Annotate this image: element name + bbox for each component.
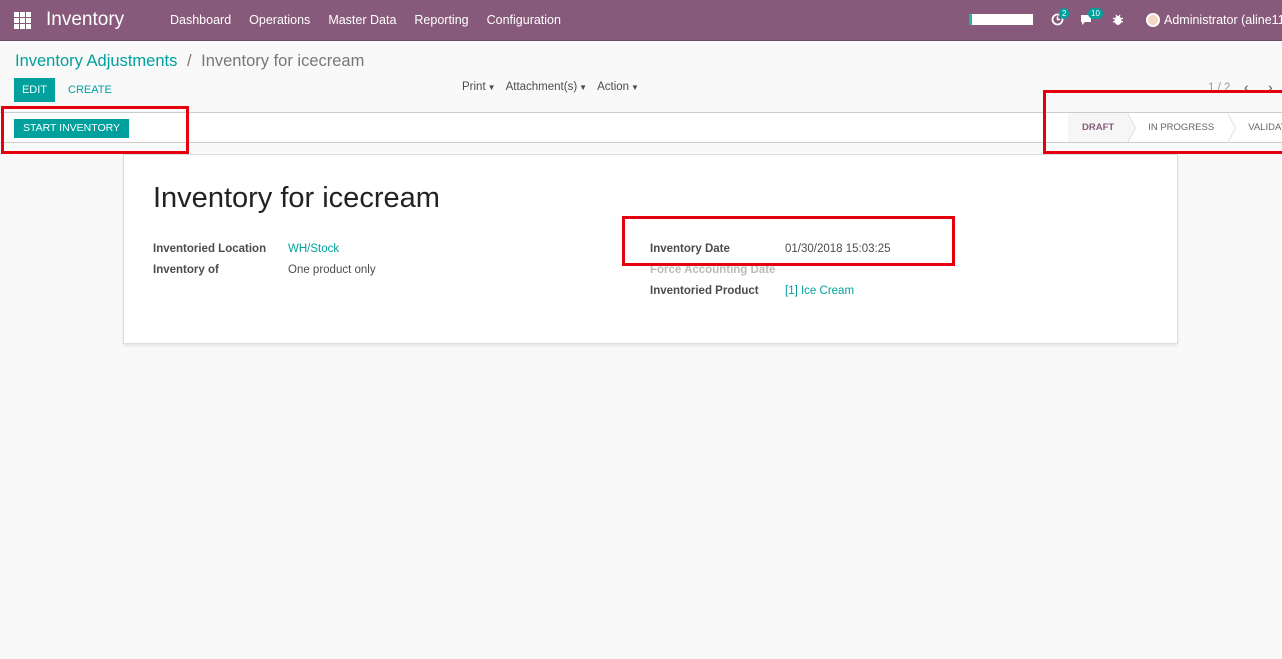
menu-item-master-data[interactable]: Master Data — [328, 13, 396, 27]
caret-down-icon: ▼ — [631, 83, 639, 92]
field-label-inventory-of: Inventory of — [153, 264, 219, 276]
action-dropdown[interactable]: Action ▼ — [597, 81, 639, 93]
print-dropdown[interactable]: Print ▼ — [462, 81, 496, 93]
breadcrumb-parent-link[interactable]: Inventory Adjustments — [15, 52, 177, 70]
print-label: Print — [462, 81, 486, 93]
edit-button[interactable]: EDIT — [14, 78, 55, 102]
action-label: Action — [597, 81, 630, 93]
annotation-box-inventory-date — [622, 216, 955, 266]
record-title: Inventory for icecream — [153, 182, 440, 214]
attachments-label: Attachment(s) — [505, 81, 578, 93]
menu-item-dashboard[interactable]: Dashboard — [170, 13, 231, 27]
activity-count-badge: 2 — [1059, 8, 1070, 19]
create-button[interactable]: CREATE — [62, 78, 118, 102]
user-name: Administrator (aline11 — [1164, 13, 1282, 27]
field-value-product-link[interactable]: [1] Ice Cream — [785, 285, 854, 297]
attachments-dropdown[interactable]: Attachment(s) ▼ — [506, 81, 588, 93]
field-label-inventoried-product: Inventoried Product — [650, 285, 759, 297]
field-value-location-link[interactable]: WH/Stock — [288, 243, 339, 255]
field-value-inventory-of: One product only — [288, 264, 376, 276]
avatar — [1146, 13, 1160, 27]
activity-icon[interactable]: 2 — [1051, 8, 1070, 29]
menu-item-reporting[interactable]: Reporting — [414, 13, 468, 27]
annotation-box-status — [1043, 90, 1282, 154]
message-count-badge: 10 — [1088, 8, 1103, 19]
breadcrumb-current: Inventory for icecream — [201, 52, 365, 70]
messages-icon[interactable]: 10 — [1080, 8, 1103, 29]
app-title[interactable]: Inventory — [46, 9, 124, 31]
menu-item-configuration[interactable]: Configuration — [487, 13, 561, 27]
main-menu: Dashboard Operations Master Data Reporti… — [170, 13, 579, 27]
user-menu[interactable]: Administrator (aline11 — [1146, 13, 1282, 27]
top-navbar: Inventory Dashboard Operations Master Da… — [0, 0, 1282, 41]
breadcrumb: Inventory Adjustments / Inventory for ic… — [15, 52, 364, 71]
breadcrumb-separator: / — [186, 52, 192, 70]
caret-down-icon: ▼ — [579, 83, 588, 92]
caret-down-icon: ▼ — [487, 83, 496, 92]
field-label-location: Inventoried Location — [153, 243, 267, 255]
system-status-bar[interactable] — [969, 14, 1033, 25]
menu-item-operations[interactable]: Operations — [249, 13, 310, 27]
sidebar-menus: Print ▼ Attachment(s) ▼ Action ▼ — [462, 81, 639, 93]
apps-menu-icon[interactable] — [14, 12, 31, 29]
debug-bug-icon[interactable] — [1112, 13, 1128, 29]
annotation-box-start-inventory — [1, 106, 189, 154]
